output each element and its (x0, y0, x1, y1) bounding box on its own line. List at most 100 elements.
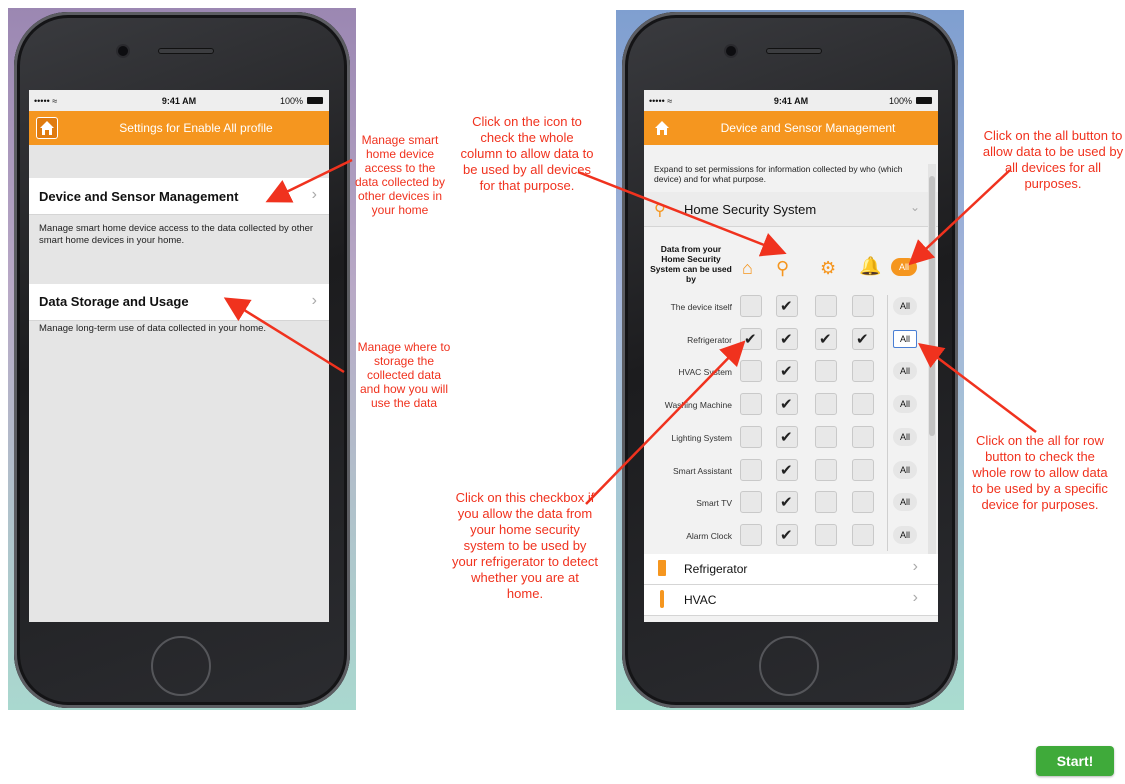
chevron-right-icon: › (311, 292, 317, 309)
annotation-column: Click on the icon to check the whole col… (460, 114, 594, 193)
app-header: Device and Sensor Management (644, 111, 938, 145)
row-all-button[interactable]: All (893, 428, 917, 446)
gears-icon[interactable]: ⚙ (820, 258, 836, 279)
permission-checkbox[interactable] (815, 295, 837, 317)
permission-checkbox[interactable] (740, 295, 762, 317)
thermometer-icon (660, 590, 664, 608)
device-label: Smart TV (696, 498, 732, 508)
home-button[interactable] (151, 636, 211, 696)
permission-checkbox[interactable] (852, 328, 874, 350)
grid-divider (887, 295, 888, 551)
permission-checkbox[interactable] (852, 426, 874, 448)
device-label: Refrigerator (687, 335, 732, 345)
permission-checkbox[interactable] (776, 328, 798, 350)
row-all-button[interactable]: All (893, 330, 917, 348)
permission-checkbox[interactable] (852, 524, 874, 546)
front-camera (726, 46, 736, 56)
speaker (158, 48, 214, 54)
section-title: Home Security System (684, 202, 817, 217)
permission-checkbox[interactable] (776, 491, 798, 513)
speaker (766, 48, 822, 54)
annotation-row-button: Click on the all for row button to check… (972, 433, 1108, 512)
permission-checkbox[interactable] (740, 426, 762, 448)
status-bar: ••••• ≈ 9:41 AM 100% (29, 90, 329, 111)
row-all-button[interactable]: All (893, 493, 917, 511)
home-icon[interactable] (36, 117, 58, 139)
permission-checkbox[interactable] (852, 295, 874, 317)
front-camera (118, 46, 128, 56)
start-button[interactable]: Start! (1036, 746, 1114, 776)
row-all-button[interactable]: All (893, 526, 917, 544)
page-title: Device and Sensor Management (720, 121, 896, 135)
permission-checkbox[interactable] (740, 393, 762, 415)
device-sensor-row[interactable]: Device and Sensor Management › (29, 178, 329, 215)
device-label: Smart Assistant (672, 466, 732, 476)
permission-checkbox[interactable] (852, 491, 874, 513)
permission-checkbox[interactable] (740, 459, 762, 481)
home-question-icon[interactable]: ⌂ (742, 258, 753, 279)
location-key-icon[interactable]: ⚲ (776, 258, 789, 279)
home-icon[interactable] (651, 117, 673, 139)
permission-checkbox[interactable] (776, 426, 798, 448)
chevron-right-icon: › (912, 589, 918, 606)
section-home-security[interactable]: ⚲ Home Security System ⌄ (644, 192, 938, 227)
battery-percent: 100% (279, 96, 303, 106)
intro-text: Expand to set permissions for informatio… (654, 164, 903, 184)
permission-checkbox[interactable] (815, 426, 837, 448)
home-button[interactable] (759, 636, 819, 696)
chevron-right-icon: › (311, 186, 317, 203)
annotation-device-management: Manage smart home device access to the d… (354, 133, 446, 217)
refrigerator-icon (658, 560, 666, 576)
battery-percent: 100% (888, 96, 912, 106)
data-storage-row[interactable]: Data Storage and Usage › (29, 284, 329, 321)
permission-checkbox[interactable] (776, 295, 798, 317)
permission-checkbox[interactable] (852, 360, 874, 382)
permission-checkbox[interactable] (815, 459, 837, 481)
row-all-button[interactable]: All (893, 461, 917, 479)
grid-header-label: Data from your Home Security System can … (650, 244, 732, 284)
status-bar: ••••• ≈ 9:41 AM 100% (644, 90, 938, 111)
permission-checkbox[interactable] (852, 459, 874, 481)
permission-checkbox[interactable] (776, 393, 798, 415)
device-label: Lighting System (671, 433, 732, 443)
annotation-checkbox: Click on this checkbox if you allow the … (452, 490, 598, 601)
device-label: HVAC System (678, 367, 732, 377)
section-refrigerator[interactable]: Refrigerator › (644, 554, 938, 585)
device-label: The device itself (670, 302, 732, 312)
key-icon: ⚲ (654, 202, 666, 219)
permission-checkbox[interactable] (776, 524, 798, 546)
device-label: Alarm Clock (686, 531, 732, 541)
row-all-button[interactable]: All (893, 395, 917, 413)
permission-checkbox[interactable] (815, 524, 837, 546)
section-hvac[interactable]: HVAC › (644, 585, 938, 616)
scrollbar[interactable] (928, 164, 936, 614)
row-description: Manage long-term use of data collected i… (39, 323, 267, 334)
all-purposes-button[interactable]: All (891, 258, 917, 276)
permission-checkbox[interactable] (740, 360, 762, 382)
permission-checkbox[interactable] (740, 328, 762, 350)
permission-checkbox[interactable] (815, 491, 837, 513)
permission-checkbox[interactable] (776, 459, 798, 481)
bell-icon[interactable]: 🔔 (859, 256, 881, 277)
permission-checkbox[interactable] (815, 393, 837, 415)
annotation-data-storage: Manage where to storage the collected da… (357, 340, 451, 410)
permission-checkbox[interactable] (740, 524, 762, 546)
row-all-button[interactable]: All (893, 297, 917, 315)
right-screen: ••••• ≈ 9:41 AM 100% Device and Sensor M… (644, 90, 938, 622)
device-label: Washing Machine (664, 400, 732, 410)
page-title: Settings for Enable All profile (119, 121, 273, 135)
permission-checkbox[interactable] (776, 360, 798, 382)
permission-checkbox[interactable] (740, 491, 762, 513)
annotation-all-button: Click on the all button to allow data to… (982, 128, 1124, 191)
row-label: Data Storage and Usage (39, 294, 189, 309)
chevron-right-icon: › (912, 558, 918, 575)
scrollbar-thumb[interactable] (929, 176, 935, 436)
row-label: Device and Sensor Management (39, 189, 239, 204)
section-title: HVAC (684, 593, 717, 607)
permission-checkbox[interactable] (852, 393, 874, 415)
permission-checkbox[interactable] (815, 360, 837, 382)
permission-checkbox[interactable] (815, 328, 837, 350)
chevron-down-icon: ⌄ (909, 200, 920, 214)
row-all-button[interactable]: All (893, 362, 917, 380)
section-title: Refrigerator (684, 562, 748, 576)
